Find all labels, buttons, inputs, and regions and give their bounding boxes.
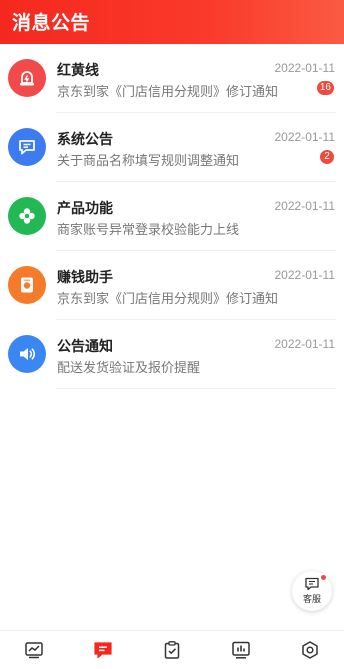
page-title: 消息公告 <box>12 13 91 34</box>
message-icon <box>8 128 46 166</box>
item-date: 2022-01-11 <box>274 199 336 213</box>
tab-tasks[interactable] <box>152 635 192 665</box>
item-date: 2022-01-11 <box>274 268 336 282</box>
customer-service-button[interactable]: 客服 <box>292 571 332 611</box>
list-item[interactable]: 系统公告 2022-01-11 关于商品名称填写规则调整通知 2 <box>0 113 344 182</box>
alarm-icon <box>8 59 46 97</box>
item-title: 系统公告 <box>57 131 113 147</box>
customer-service-label: 客服 <box>302 594 321 604</box>
settings-icon <box>301 641 318 659</box>
item-title: 产品功能 <box>57 200 113 216</box>
speaker-icon <box>8 335 46 373</box>
app-header: 消息公告 <box>0 0 344 44</box>
message-list: 红黄线 2022-01-11 京东到家《门店信用分规则》修订通知 16 系统公告… <box>0 44 344 389</box>
stats-icon <box>232 641 250 659</box>
divider <box>56 388 336 389</box>
item-date: 2022-01-11 <box>274 61 336 75</box>
item-date: 2022-01-11 <box>274 130 336 144</box>
bottom-tab-bar <box>0 630 344 669</box>
item-desc: 京东到家《门店信用分规则》修订通知 <box>57 84 279 99</box>
tab-messages[interactable] <box>83 635 123 665</box>
tab-statistics[interactable] <box>221 635 261 665</box>
item-title: 红黄线 <box>57 62 99 78</box>
item-desc: 商家账号异常登录校验能力上线 <box>57 222 240 237</box>
message-icon <box>94 642 112 659</box>
item-title: 赚钱助手 <box>57 269 113 285</box>
chart-icon <box>25 642 44 659</box>
unread-badge: 16 <box>316 81 334 95</box>
item-desc: 配送发货验证及报价提醒 <box>57 360 201 375</box>
list-item[interactable]: 公告通知 2022-01-11 配送发货验证及报价提醒 <box>0 320 344 389</box>
notification-dot <box>321 575 326 580</box>
list-item[interactable]: 红黄线 2022-01-11 京东到家《门店信用分规则》修订通知 16 <box>0 44 344 113</box>
list-item[interactable]: 赚钱助手 2022-01-11 京东到家《门店信用分规则》修订通知 <box>0 251 344 320</box>
item-date: 2022-01-11 <box>274 337 336 351</box>
gear-icon <box>8 197 46 235</box>
clipboard-icon <box>164 641 180 659</box>
item-desc: 关于商品名称填写规则调整通知 <box>57 153 240 168</box>
list-item[interactable]: 产品功能 2022-01-11 商家账号异常登录校验能力上线 <box>0 182 344 251</box>
wallet-icon <box>8 266 46 304</box>
tab-settings[interactable] <box>290 635 330 665</box>
item-title: 公告通知 <box>57 338 113 354</box>
tab-dashboard[interactable] <box>14 635 54 665</box>
item-desc: 京东到家《门店信用分规则》修订通知 <box>57 291 279 306</box>
chat-icon <box>305 577 319 591</box>
unread-badge: 2 <box>320 150 334 164</box>
